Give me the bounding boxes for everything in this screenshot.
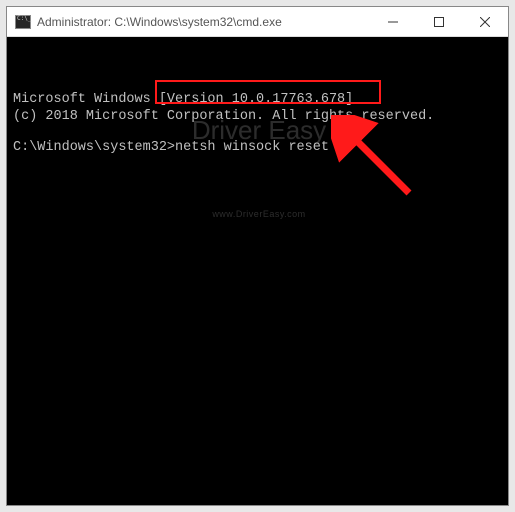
window-title: Administrator: C:\Windows\system32\cmd.e… — [37, 15, 370, 29]
cmd-icon — [15, 15, 31, 29]
command-text: netsh winsock reset — [175, 140, 329, 155]
minimize-button[interactable] — [370, 7, 416, 36]
watermark: Driver Easy www.DriverEasy.com — [169, 49, 349, 285]
close-button[interactable] — [462, 7, 508, 36]
version-line: Microsoft Windows [Version 10.0.17763.67… — [13, 92, 502, 109]
cmd-window: Administrator: C:\Windows\system32\cmd.e… — [6, 6, 509, 506]
watermark-sub: www.DriverEasy.com — [169, 209, 349, 220]
copyright-line: (c) 2018 Microsoft Corporation. All righ… — [13, 109, 502, 126]
terminal-area[interactable]: Driver Easy www.DriverEasy.com Microsoft… — [7, 37, 508, 505]
maximize-button[interactable] — [416, 7, 462, 36]
titlebar[interactable]: Administrator: C:\Windows\system32\cmd.e… — [7, 7, 508, 37]
prompt-text: C:\Windows\system32> — [13, 140, 175, 155]
window-controls — [370, 7, 508, 36]
prompt-line: C:\Windows\system32>netsh winsock reset — [13, 140, 502, 157]
annotation-arrow-icon — [331, 115, 421, 205]
